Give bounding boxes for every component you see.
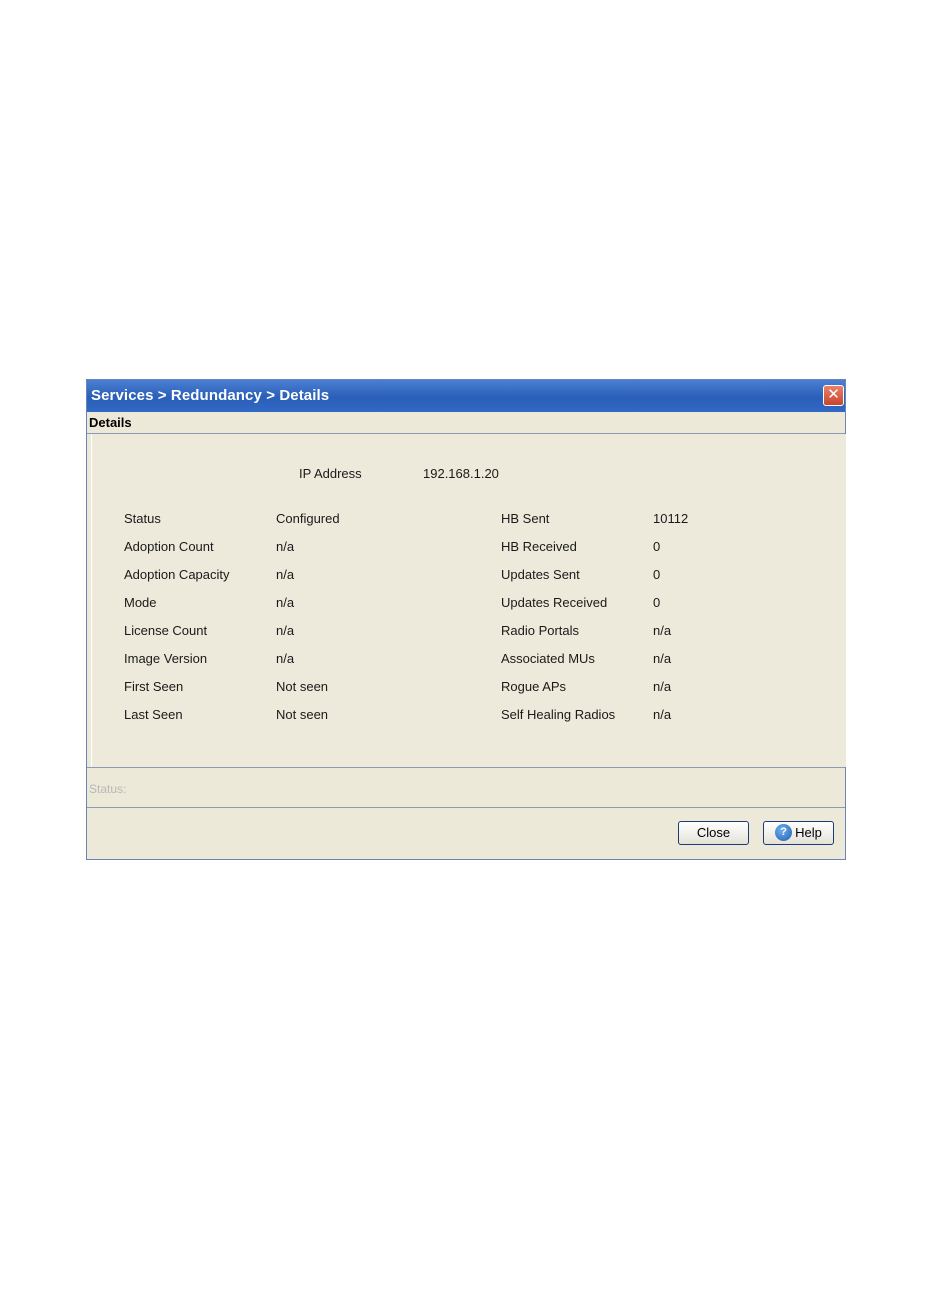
field-label: License Count: [124, 623, 208, 638]
close-window-icon[interactable]: ✕: [823, 385, 844, 406]
field-value: n/a: [276, 567, 295, 582]
field-value: 0: [653, 539, 661, 554]
help-icon: ?: [775, 824, 793, 842]
field-label: Mode: [124, 595, 157, 610]
details-panel: IP Address 192.168.1.20 Status Configure…: [91, 434, 846, 767]
status-label: Status:: [89, 782, 127, 796]
title-bar[interactable]: Services > Redundancy > Details ✕: [87, 380, 845, 412]
field-label: Image Version: [124, 651, 208, 666]
field-label: Adoption Count: [124, 539, 214, 554]
field-label: Associated MUs: [501, 651, 595, 666]
field-value: 0: [653, 567, 661, 582]
field-label: HB Sent: [501, 511, 550, 526]
field-label: Updates Sent: [501, 567, 580, 582]
field-label: Adoption Capacity: [124, 567, 230, 582]
field-label: Status: [124, 511, 161, 526]
help-button-label: Help: [795, 825, 822, 840]
window-title: Services > Redundancy > Details: [91, 387, 330, 404]
field-value: Not seen: [276, 679, 329, 694]
ip-address-value: 192.168.1.20: [423, 466, 499, 481]
field-value: n/a: [653, 651, 672, 666]
field-label: Updates Received: [501, 595, 608, 610]
close-button-label: Close: [696, 825, 731, 840]
field-value: n/a: [653, 707, 672, 722]
field-label: Rogue APs: [501, 679, 567, 694]
field-value: n/a: [653, 679, 672, 694]
ip-address-label: IP Address: [299, 466, 362, 481]
help-button[interactable]: ? Help: [763, 821, 834, 845]
field-label: HB Received: [501, 539, 577, 554]
field-value: n/a: [276, 651, 295, 666]
field-value: n/a: [653, 623, 672, 638]
field-label: Last Seen: [124, 707, 183, 722]
field-value: Not seen: [276, 707, 329, 722]
field-value: n/a: [276, 539, 295, 554]
field-label: First Seen: [124, 679, 184, 694]
field-label: Self Healing Radios: [501, 707, 616, 722]
field-value: Configured: [276, 511, 340, 526]
field-value: 0: [653, 595, 661, 610]
details-dialog: Services > Redundancy > Details ✕ Detail…: [86, 379, 846, 860]
close-button[interactable]: Close: [678, 821, 749, 845]
status-bar: Status:: [87, 767, 845, 808]
field-value: n/a: [276, 595, 295, 610]
section-header: Details: [87, 413, 845, 434]
field-value: n/a: [276, 623, 295, 638]
field-label: Radio Portals: [501, 623, 580, 638]
section-title: Details: [89, 415, 132, 430]
field-value: 10112: [653, 511, 689, 526]
